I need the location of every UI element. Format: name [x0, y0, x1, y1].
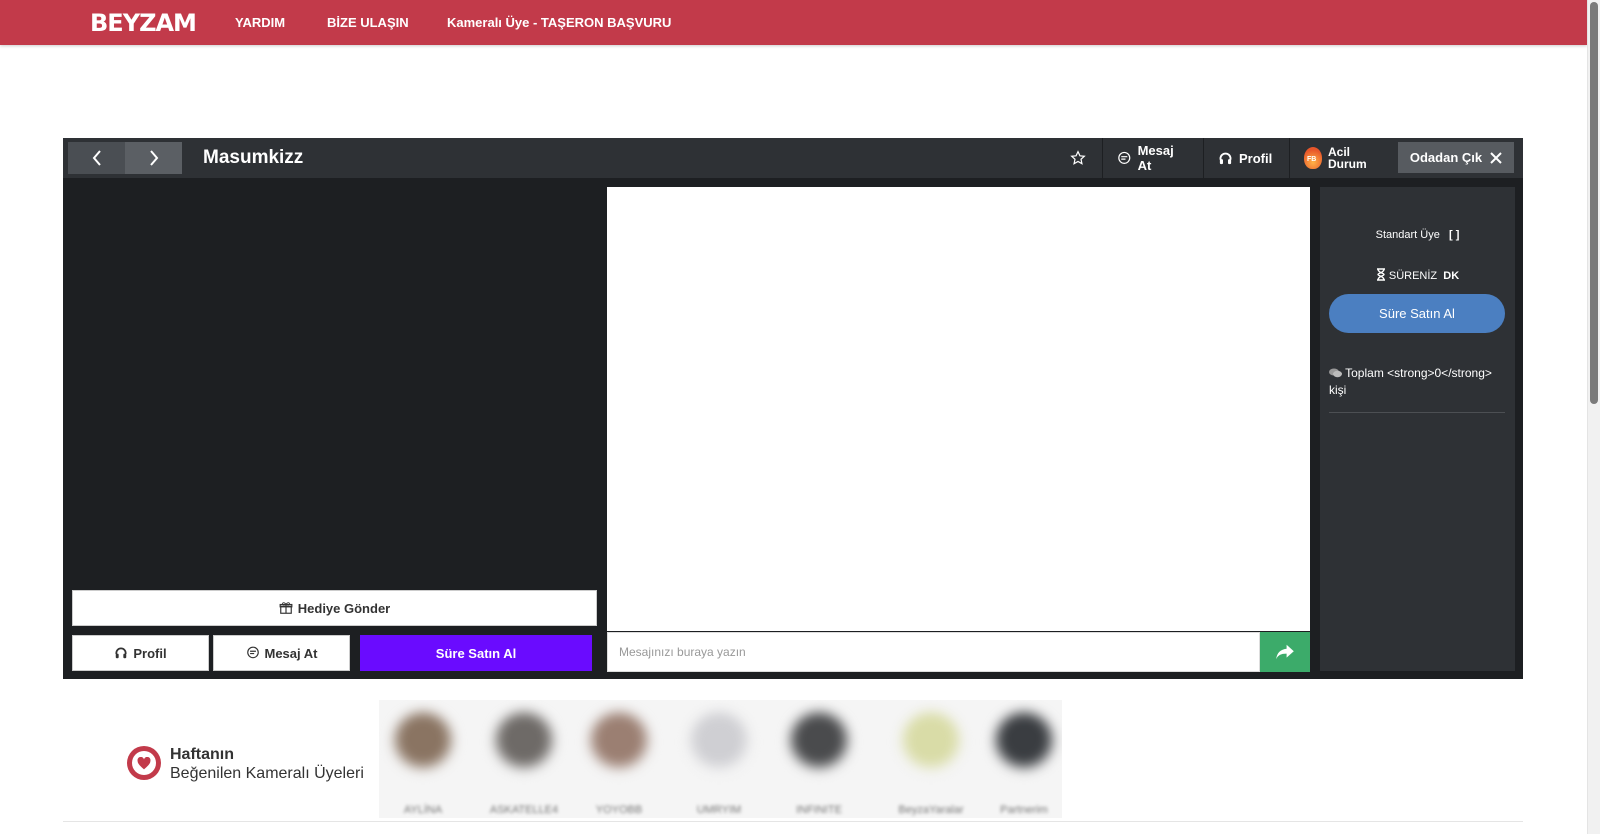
page-scrollbar-thumb[interactable]	[1590, 2, 1598, 404]
header-message-button[interactable]: Mesaj At	[1102, 138, 1203, 178]
member-avatar[interactable]	[789, 712, 849, 772]
video-area	[71, 182, 595, 582]
comments-icon	[1329, 368, 1342, 378]
member-name[interactable]: Partnerim	[979, 804, 1062, 816]
chat-messages-area	[607, 187, 1310, 631]
member-avatar[interactable]	[393, 712, 453, 772]
buy-time-button[interactable]: Süre Satın Al	[360, 635, 592, 671]
profile-button[interactable]: Profil	[72, 635, 209, 671]
member-name[interactable]: AYLİNA	[379, 804, 468, 816]
member-avatar[interactable]	[589, 712, 649, 772]
member-type-label: Standart Üye	[1375, 229, 1440, 241]
side-buy-time-button[interactable]: Süre Satın Al	[1329, 294, 1505, 333]
section-divider	[63, 821, 1523, 822]
member-type-row: Standart Üye [ ]	[1320, 229, 1515, 241]
next-room-button[interactable]	[125, 142, 182, 174]
share-arrow-icon	[1276, 644, 1294, 660]
total-viewers-text: Toplam <strong>0</strong> kişi	[1329, 365, 1505, 399]
leave-room-button[interactable]: Odadan Çık	[1398, 142, 1514, 173]
favorite-button[interactable]	[1055, 138, 1100, 178]
send-message-button[interactable]	[1260, 632, 1310, 672]
remaining-time-row: SÜRENİZ DK	[1320, 268, 1515, 282]
member-avatar[interactable]	[689, 712, 749, 772]
nav-link-contact[interactable]: BİZE ULAŞIN	[327, 15, 409, 30]
profile-label: Profil	[133, 645, 167, 661]
remaining-time-unit: DK	[1443, 270, 1460, 282]
weekly-title: Haftanın	[170, 746, 234, 763]
emergency-label: Acil Durum	[1328, 146, 1367, 170]
chevron-left-icon	[92, 150, 101, 166]
previous-room-button[interactable]	[68, 142, 125, 174]
member-name[interactable]: INFINITE	[774, 804, 864, 816]
header-message-label: Mesaj At	[1137, 143, 1174, 173]
member-name[interactable]: YOYOBB	[574, 804, 664, 816]
member-name[interactable]: BeyzaYaralar	[886, 804, 976, 816]
member-avatar[interactable]	[901, 712, 961, 772]
message-button[interactable]: Mesaj At	[213, 635, 350, 671]
fire-badge-label: FB	[1307, 156, 1317, 163]
user-info-panel: Standart Üye [ ] SÜRENİZ DK Süre Satın A…	[1320, 187, 1515, 671]
member-type-value: [ ]	[1448, 229, 1460, 241]
panel-divider	[1329, 412, 1505, 413]
member-name[interactable]: UMRYIM	[674, 804, 764, 816]
emergency-label-line-2: Durum	[1328, 157, 1367, 171]
site-logo[interactable]: BEYZAM	[90, 9, 197, 37]
send-gift-button[interactable]: Hediye Gönder	[72, 590, 597, 626]
top-navbar: BEYZAM YARDIM BİZE ULAŞIN Kameralı Üye -…	[0, 0, 1587, 45]
heart-icon	[137, 756, 151, 769]
nav-link-camera-member-application[interactable]: Kameralı Üye - TAŞERON BAŞVURU	[447, 15, 671, 30]
member-avatar[interactable]	[494, 712, 554, 772]
weekly-subtitle: Beğenilen Kameralı Üyeleri	[170, 765, 364, 782]
send-gift-label: Hediye Gönder	[297, 600, 391, 616]
leave-room-label: Odadan Çık	[1409, 150, 1483, 165]
room-title: Masumkizz	[203, 147, 304, 168]
header-profile-button[interactable]: Profil	[1203, 138, 1289, 178]
gift-icon	[279, 602, 293, 614]
chat-room: Masumkizz Mesaj At Profil FB Acil Durum …	[63, 138, 1523, 679]
heart-badge-icon	[127, 746, 161, 780]
message-label: Mesaj At	[264, 645, 318, 661]
hourglass-icon	[1376, 268, 1385, 281]
chat-message-input[interactable]: Mesajınızı buraya yazın	[607, 632, 1260, 672]
nav-link-help[interactable]: YARDIM	[235, 15, 285, 30]
fire-icon: FB	[1304, 147, 1322, 169]
chat-bubble-icon	[246, 646, 259, 659]
total-viewers-label: Toplam <strong>0</strong> kişi	[1329, 366, 1492, 397]
member-name[interactable]: ASKATELLE4	[479, 804, 569, 816]
room-header: Masumkizz Mesaj At Profil FB Acil Durum …	[63, 138, 1523, 178]
member-avatar[interactable]	[994, 712, 1054, 772]
star-icon	[1069, 150, 1086, 165]
remaining-time-label: SÜRENİZ	[1388, 270, 1438, 282]
weekly-members-carousel: AYLİNA ASKATELLE4 YOYOBB UMRYIM INFINITE…	[379, 700, 1062, 818]
emergency-button[interactable]: FB Acil Durum	[1289, 138, 1392, 178]
chevron-right-icon	[149, 150, 158, 166]
close-icon	[1490, 151, 1502, 164]
chat-bubble-icon	[1118, 151, 1131, 164]
headset-icon	[1219, 152, 1232, 164]
headset-icon	[115, 647, 127, 659]
header-profile-label: Profil	[1239, 150, 1273, 166]
